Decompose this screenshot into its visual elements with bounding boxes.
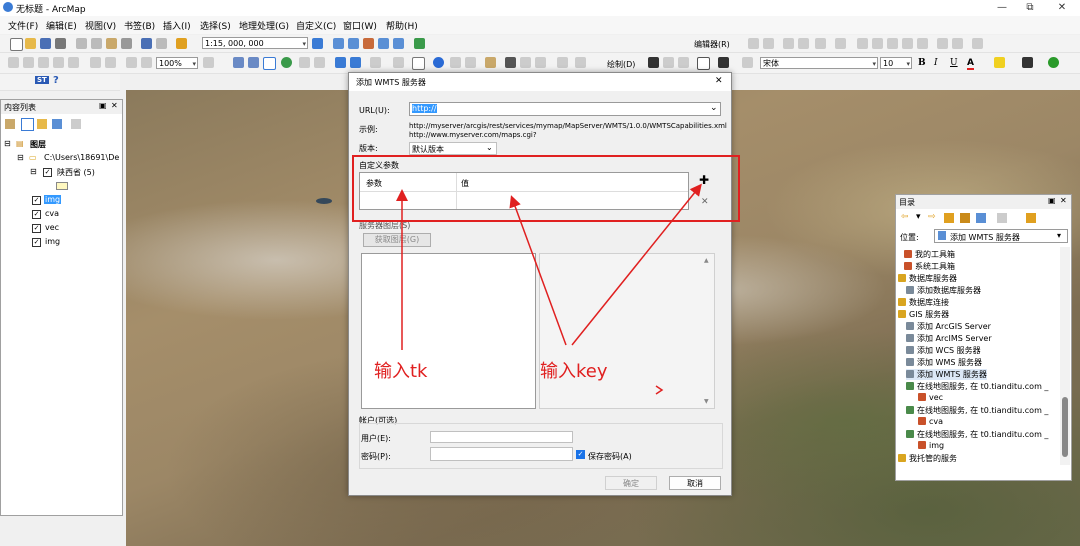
annotation-arrows [396, 183, 702, 395]
annotation-input-key: 输入key [540, 361, 608, 382]
annotation-input-tk: 输入tk [374, 361, 428, 382]
arrow-to-value [509, 195, 567, 346]
arrow-to-add-button [571, 183, 702, 346]
small-red-caret [655, 385, 664, 395]
